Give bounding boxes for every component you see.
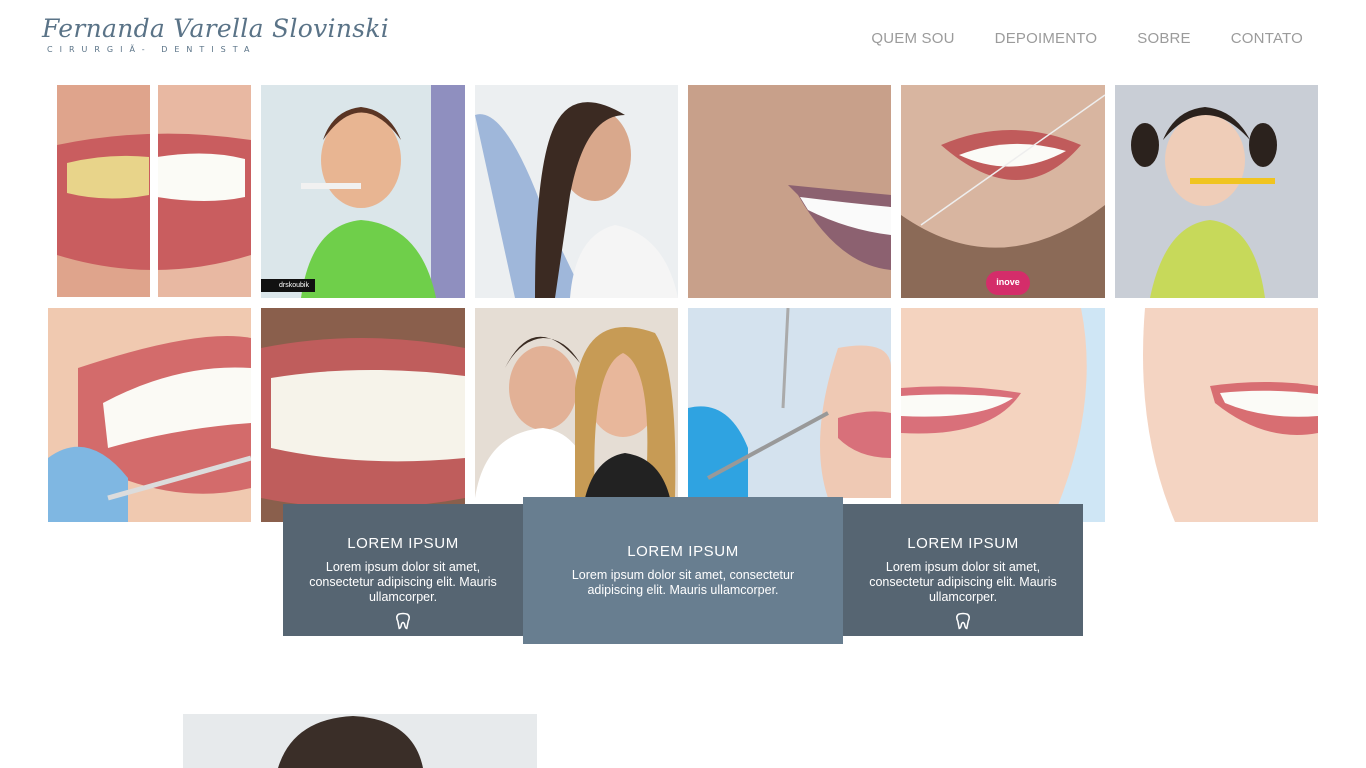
dentist-selfie-photo[interactable]: [475, 308, 678, 498]
man-flossing-photo[interactable]: inove: [901, 85, 1105, 298]
feature-card-3: LOREM IPSUM Lorem ipsum dolor sit amet, …: [843, 504, 1083, 636]
tooth-icon: [297, 612, 509, 630]
nav-sobre[interactable]: SOBRE: [1137, 30, 1191, 47]
main-nav: QUEM SOU DEPOIMENTO SOBRE CONTATO: [871, 30, 1303, 47]
logo-name: Fernanda Varella Slovinski: [42, 14, 390, 43]
brand-badge: inove: [996, 277, 1020, 287]
dentist-portrait-photo: [183, 714, 537, 768]
logo[interactable]: Fernanda Varella Slovinski CIRURGIÃ- DEN…: [42, 14, 390, 54]
nav-depoimento[interactable]: DEPOIMENTO: [995, 30, 1098, 47]
tooth-icon: [857, 612, 1069, 630]
logo-subtitle: CIRURGIÃ- DENTISTA: [47, 45, 257, 54]
feature-text: Lorem ipsum dolor sit amet, consectetur …: [571, 568, 795, 597]
smile-lower-face-photo[interactable]: [1115, 308, 1318, 522]
girl-brushing-teeth-photo[interactable]: [1115, 85, 1318, 298]
feature-card-2: LOREM IPSUM Lorem ipsum dolor sit amet, …: [523, 497, 843, 644]
nav-quem-sou[interactable]: QUEM SOU: [871, 30, 954, 47]
teeth-closeup-photo[interactable]: [261, 308, 465, 522]
feature-title: LOREM IPSUM: [347, 535, 459, 552]
feature-title: LOREM IPSUM: [627, 543, 739, 560]
nav-contato[interactable]: CONTATO: [1231, 30, 1303, 47]
white-smile-photo[interactable]: [901, 308, 1105, 522]
feature-text: Lorem ipsum dolor sit amet, consectetur …: [869, 560, 1057, 604]
whitening-before-after-photo[interactable]: [57, 85, 251, 297]
smile-closeup-photo[interactable]: [688, 85, 891, 298]
feature-text: Lorem ipsum dolor sit amet, consectetur …: [309, 560, 497, 604]
teeth-cleaning-photo[interactable]: [48, 308, 251, 522]
dental-exam-photo[interactable]: [688, 308, 891, 498]
woman-dental-chair-photo[interactable]: [475, 85, 678, 298]
feature-card-1: LOREM IPSUM Lorem ipsum dolor sit amet, …: [283, 504, 523, 636]
photo-credit-badge: drskoubik: [261, 279, 315, 292]
feature-title: LOREM IPSUM: [907, 535, 1019, 552]
boy-brushing-teeth-photo[interactable]: drskoubik: [261, 85, 465, 298]
